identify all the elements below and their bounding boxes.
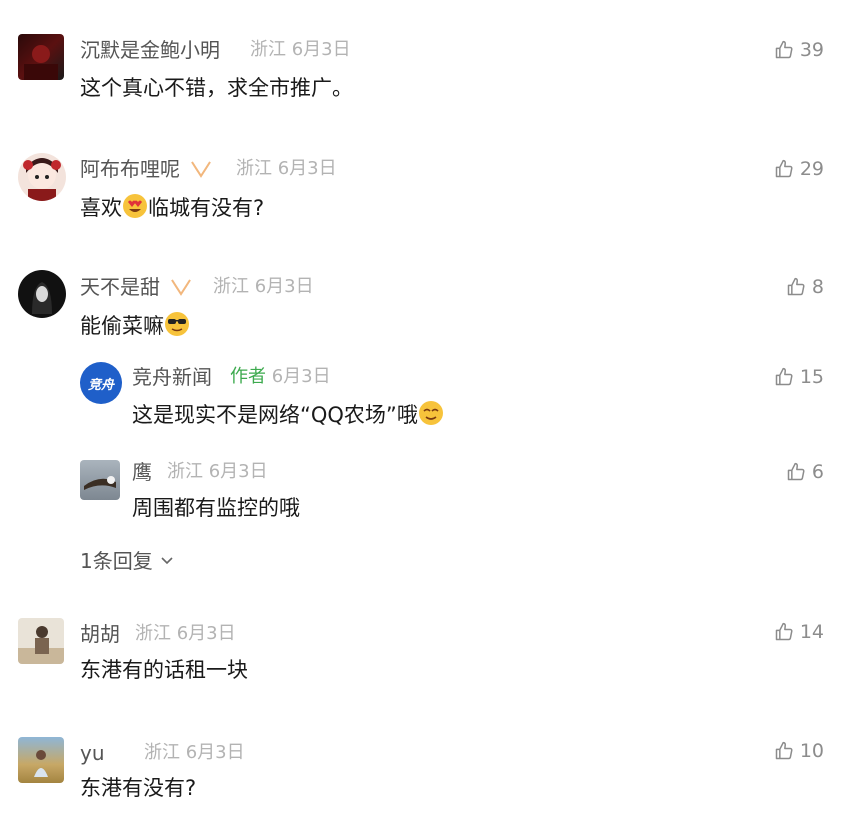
comment-text: 东港有的话租一块 xyxy=(80,658,248,682)
location: 浙江 xyxy=(135,623,171,644)
commenter-name[interactable]: 沉默是金鲍小明 xyxy=(80,38,220,62)
comment-meta: 浙江 6月3日 xyxy=(167,460,268,484)
like-count: 6 xyxy=(811,461,824,483)
thumbs-up-icon xyxy=(775,159,793,178)
comment-meta: 浙江 6月3日 xyxy=(250,38,351,62)
commenter-name[interactable]: 鹰 xyxy=(132,460,152,484)
reply-text: 这是现实不是网络“QQ农场”哦 xyxy=(132,400,444,429)
date: 6月3日 xyxy=(176,623,236,644)
like-count: 14 xyxy=(799,621,824,643)
location: 浙江 xyxy=(250,39,286,60)
comment-meta: 浙江 6月3日 xyxy=(213,275,314,299)
like-button[interactable]: 8 xyxy=(786,275,824,299)
commenter-name[interactable]: 阿布布哩呢 xyxy=(80,157,212,181)
date: 6月3日 xyxy=(277,158,337,179)
sunglasses-emoji-icon xyxy=(165,312,189,336)
date: 6月3日 xyxy=(291,39,351,60)
comment-text: 东港有没有? xyxy=(80,776,197,800)
comment-meta: 浙江 6月3日 xyxy=(135,622,236,646)
comment-meta: 作者 6月3日 xyxy=(230,365,331,389)
comment-text: 能偷菜嘛 xyxy=(80,311,190,340)
thumbs-up-icon xyxy=(775,40,793,59)
like-button[interactable]: 15 xyxy=(774,365,824,389)
author-name[interactable]: 竞舟新闻 xyxy=(132,365,212,389)
comment-meta: 浙江 6月3日 xyxy=(144,741,245,765)
thumbs-up-icon xyxy=(787,277,805,296)
like-button[interactable]: 10 xyxy=(774,739,824,763)
reply-text: 周围都有监控的哦 xyxy=(132,496,300,520)
like-count: 8 xyxy=(811,276,824,298)
vip-badge-icon xyxy=(171,279,192,296)
like-button[interactable]: 29 xyxy=(774,157,824,181)
date: 6月3日 xyxy=(271,366,331,387)
heart-eyes-emoji-icon xyxy=(123,194,147,218)
comment-text: 喜欢 临城有没有? xyxy=(80,193,264,222)
date: 6月3日 xyxy=(185,742,245,763)
location: 浙江 xyxy=(213,276,249,297)
avatar[interactable] xyxy=(80,460,120,500)
date: 6月3日 xyxy=(208,461,268,482)
author-tag: 作者 xyxy=(230,366,266,387)
avatar[interactable] xyxy=(18,34,64,80)
like-count: 39 xyxy=(799,39,824,61)
location: 浙江 xyxy=(167,461,203,482)
avatar[interactable] xyxy=(18,618,64,664)
expand-replies-button[interactable]: 1条回复 xyxy=(80,545,175,574)
comment-meta: 浙江 6月3日 xyxy=(236,157,337,181)
like-button[interactable]: 14 xyxy=(774,620,824,644)
like-button[interactable]: 6 xyxy=(786,460,824,484)
commenter-name[interactable]: 胡胡 xyxy=(80,622,120,646)
avatar[interactable] xyxy=(18,270,66,318)
thumbs-up-icon xyxy=(775,622,793,641)
commenter-name[interactable]: 天不是甜 xyxy=(80,275,192,299)
comment-text: 这个真心不错，求全市推广。 xyxy=(80,76,353,100)
commenter-name[interactable]: yu xyxy=(80,741,105,765)
date: 6月3日 xyxy=(254,276,314,297)
smirk-emoji-icon xyxy=(418,401,443,425)
like-count: 29 xyxy=(799,158,824,180)
like-count: 15 xyxy=(799,366,824,388)
avatar[interactable] xyxy=(18,153,66,201)
thumbs-up-icon xyxy=(775,367,793,386)
like-count: 10 xyxy=(799,740,824,762)
avatar[interactable]: 竞舟 xyxy=(80,362,122,404)
thumbs-up-icon xyxy=(775,741,793,760)
location: 浙江 xyxy=(144,742,180,763)
like-button[interactable]: 39 xyxy=(774,38,824,62)
vip-badge-icon xyxy=(191,161,212,178)
avatar[interactable] xyxy=(18,737,64,783)
thumbs-up-icon xyxy=(787,462,805,481)
chevron-down-icon xyxy=(161,556,173,564)
location: 浙江 xyxy=(236,158,272,179)
